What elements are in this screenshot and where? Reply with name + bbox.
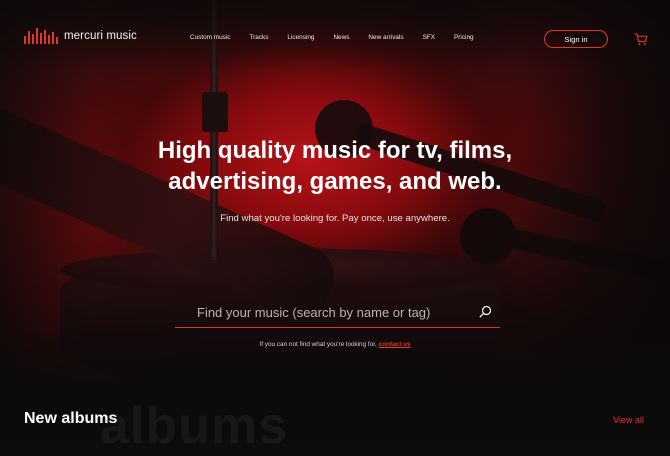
sign-in-button[interactable]: Sign in	[544, 30, 608, 48]
stand-clamp	[202, 92, 228, 132]
hero-subtitle: Find what you're looking for. Pay once, …	[220, 213, 450, 224]
hero-title-line-1: High quality music for tv, films,	[157, 137, 513, 164]
brand-name: mercuri music	[64, 30, 137, 42]
hero-title: High quality music for tv, films, advert…	[0, 135, 670, 197]
contact-us-link[interactable]: contact us	[379, 341, 411, 348]
nav-tracks[interactable]: Tracks	[249, 34, 268, 41]
search-input[interactable]	[195, 300, 469, 324]
hero-title-line-2: advertising, games, and web.	[168, 168, 502, 195]
help-text: If you can not find what you're looking …	[0, 341, 670, 348]
equalizer-bars-icon	[24, 28, 58, 44]
nav-licensing[interactable]: Licensing	[287, 34, 314, 41]
main-nav: Custom music Tracks Licensing News New a…	[190, 34, 493, 41]
nav-new-arrivals[interactable]: New arrivals	[368, 34, 403, 41]
cart-icon[interactable]	[634, 32, 648, 46]
nav-custom-music[interactable]: Custom music	[190, 34, 230, 41]
section-ghost-text: albums	[100, 397, 289, 455]
search-icon[interactable]	[479, 305, 492, 318]
nav-sfx[interactable]: SFX	[423, 34, 435, 41]
view-all-link[interactable]: View all	[613, 415, 644, 425]
help-message: If you can not find what you're looking …	[259, 341, 377, 348]
nav-pricing[interactable]: Pricing	[454, 34, 474, 41]
nav-news[interactable]: News	[333, 34, 349, 41]
site-header: mercuri music Custom music Tracks Licens…	[0, 0, 670, 78]
new-albums-heading: New albums	[24, 410, 118, 427]
brand-logo[interactable]: mercuri music	[24, 28, 137, 44]
search-bar	[175, 298, 500, 328]
